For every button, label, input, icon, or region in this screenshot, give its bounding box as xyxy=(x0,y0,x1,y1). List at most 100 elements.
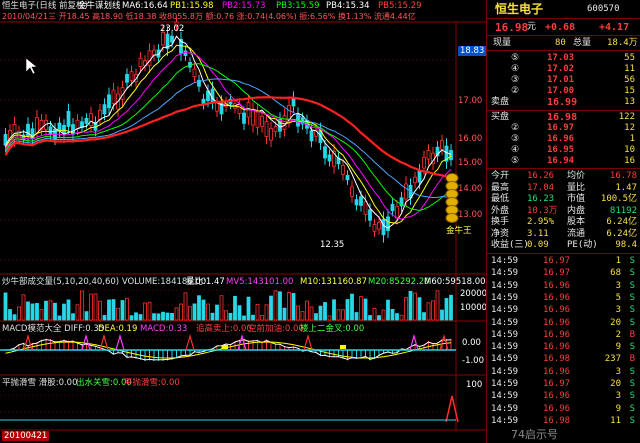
tick-row[interactable]: 14:59 16.96 3 S xyxy=(487,391,640,402)
volume-header-item: 炒牛部成交量(5,10,20,40,60) VOLUME:184186.00 xyxy=(2,277,207,287)
tick-row[interactable]: 14:59 16.97 20 S xyxy=(487,379,640,390)
buy-price: 16.96 xyxy=(547,134,575,144)
volume-bar xyxy=(435,290,440,321)
candle-body xyxy=(327,154,332,162)
macd-header-item: 楼上二金叉:0.00 xyxy=(300,324,365,334)
gold-coin-icon xyxy=(445,213,459,223)
buy-row[interactable]: ③ 16.96 1 xyxy=(487,134,640,145)
indicator-name: 金牛谋划线 xyxy=(78,1,121,11)
volume-bar xyxy=(111,299,116,321)
tick-row[interactable]: 14:59 16.98 11 S xyxy=(487,416,640,427)
sell-row[interactable]: ② 17.00 15 xyxy=(487,86,640,97)
price-axis-label: 18.83 xyxy=(458,46,487,56)
stat-value: 16.26 xyxy=(527,171,555,181)
macd-axis-label: -1.00 xyxy=(462,356,484,366)
buy-volume: 10 xyxy=(624,145,635,155)
watermark: 74启示号 xyxy=(511,428,558,441)
candle-body xyxy=(183,50,188,56)
chart-area[interactable]: 恒生电子(日线 前复权) 金牛谋划线 MA6:16.64 PB1:15.98 PB2… xyxy=(0,0,487,443)
tick-time: 14:59 xyxy=(491,403,519,414)
ma-legend-item: PB5:15.29 xyxy=(378,1,422,11)
sell-row[interactable]: ④ 17.02 11 xyxy=(487,64,640,75)
sell-volume: 15 xyxy=(624,86,635,96)
tick-time: 14:59 xyxy=(491,317,519,328)
tick-time: 14:59 xyxy=(491,280,519,291)
tick-row[interactable]: 14:59 16.96 9 S xyxy=(487,342,640,353)
date-tab[interactable]: 20100421 xyxy=(2,431,50,441)
volume-bar xyxy=(120,300,125,321)
quote-panel: 恒生电子 600570 16.98 元 +0.68 +4.17 现量 80 总量… xyxy=(486,0,640,443)
candle-body xyxy=(48,126,53,135)
moving-average-line xyxy=(5,63,452,212)
volume-bar xyxy=(21,294,26,321)
stat-value: 6.24亿 xyxy=(606,217,637,227)
candle-body xyxy=(125,73,129,83)
tick-row[interactable]: 14:59 16.96 20 S xyxy=(487,318,640,329)
tick-side: S xyxy=(629,415,635,426)
kline-chart-canvas[interactable] xyxy=(0,0,486,443)
volume-bar xyxy=(242,315,246,321)
volume-header-item: M20:85292.20 xyxy=(368,277,430,287)
volume-bar xyxy=(138,314,143,321)
sell-row[interactable]: 卖盘 16.99 13 xyxy=(487,97,640,108)
tick-side: S xyxy=(629,391,635,402)
candle-body xyxy=(363,201,368,215)
tick-volume: 9 xyxy=(615,403,621,414)
tick-row[interactable]: 14:59 16.96 3 S xyxy=(487,367,640,378)
volume-bar xyxy=(318,305,323,321)
volume-bar xyxy=(341,309,345,321)
bar-info-line: 2010/04/21三 开18.45 高18.90 低18.38 收8055.8… xyxy=(2,12,416,21)
price-unit: 元 xyxy=(527,22,537,32)
volume-bar xyxy=(201,299,206,321)
tick-row[interactable]: 14:59 16.96 3 S xyxy=(487,281,640,292)
tick-row[interactable]: 14:59 16.96 9 S xyxy=(487,404,640,415)
volume-bar xyxy=(273,290,278,321)
tick-row[interactable]: 14:59 16.96 3 S xyxy=(487,305,640,316)
stat-label: 最高 xyxy=(491,182,510,193)
candle-body xyxy=(35,117,39,134)
sell-row[interactable]: ⑤ 17.03 55 xyxy=(487,53,640,64)
stat-row: 换手 2.95% 股本 6.24亿 xyxy=(487,217,640,228)
stock-name: 恒生电子 xyxy=(495,2,544,16)
macd-header-item: MACD:0.33 xyxy=(140,324,188,334)
volume-bar xyxy=(12,314,17,321)
volume-bar xyxy=(210,312,215,321)
volume-bar xyxy=(89,293,93,321)
volume-bar xyxy=(197,295,201,321)
stat-value: 10.3万 xyxy=(527,205,558,216)
price-change: +0.68 xyxy=(545,22,576,33)
tick-row[interactable]: 14:59 16.97 68 S xyxy=(487,268,640,279)
sell1-label: 卖盘 xyxy=(491,97,510,107)
tick-price: 16.96 xyxy=(543,292,571,303)
sell-row[interactable]: ③ 17.01 56 xyxy=(487,75,640,86)
volume-bar xyxy=(413,292,417,321)
tick-time: 14:59 xyxy=(491,354,519,365)
volume-bar xyxy=(147,301,152,321)
tick-price: 16.96 xyxy=(543,317,571,328)
buy-row[interactable]: ⑤ 16.94 16 xyxy=(487,156,640,167)
volume-bar xyxy=(309,306,314,321)
tick-time: 14:59 xyxy=(491,268,519,279)
buy-row[interactable]: ② 16.97 12 xyxy=(487,123,640,134)
tick-volume: 9 xyxy=(615,342,621,353)
tick-row[interactable]: 14:59 16.96 5 S xyxy=(487,293,640,304)
volume-bar xyxy=(269,295,273,321)
volume-bar xyxy=(372,307,377,321)
volume-bar xyxy=(332,299,336,321)
volume-bar xyxy=(390,309,395,321)
volume-bar xyxy=(251,314,255,321)
price-axis-label: 15.00 xyxy=(458,158,483,168)
volume-bar xyxy=(323,302,327,321)
tick-row[interactable]: 14:59 16.96 2 B xyxy=(487,330,640,341)
tick-row[interactable]: 14:59 16.98 237 B xyxy=(487,354,640,365)
buy-row[interactable]: 买盘 16.98 122 xyxy=(487,112,640,123)
buy-level: ③ xyxy=(511,134,520,144)
stat-value: 0.09 xyxy=(527,240,549,250)
tick-side: S xyxy=(629,366,635,377)
volume-header-item: MV5:143101.00 xyxy=(226,277,294,287)
tick-row[interactable]: 14:59 16.97 1 S xyxy=(487,256,640,267)
buy-volume: 122 xyxy=(618,112,635,122)
volume-bar xyxy=(165,312,170,321)
candle-body xyxy=(192,68,197,78)
buy-row[interactable]: ④ 16.95 10 xyxy=(487,145,640,156)
